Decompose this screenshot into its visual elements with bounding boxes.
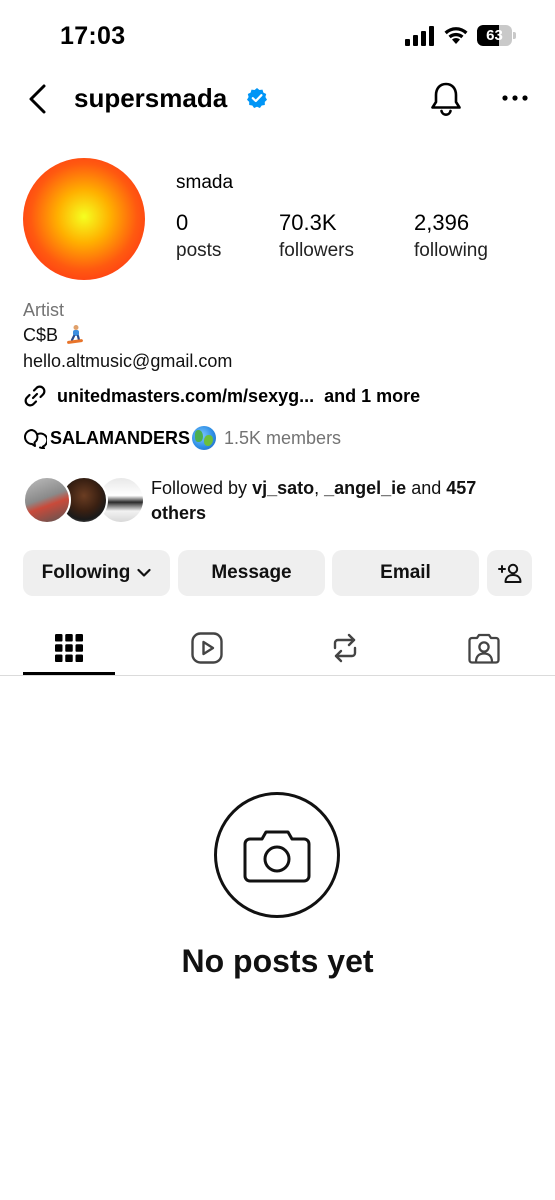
stat-posts-label: posts xyxy=(176,240,222,261)
status-time: 17:03 xyxy=(60,22,126,50)
stat-following[interactable]: 2,396 following xyxy=(414,210,488,262)
channel-members: 1.5K members xyxy=(224,427,342,448)
followed-by-prefix: Followed by xyxy=(151,478,248,498)
profile-username: supersmada xyxy=(74,83,228,113)
tab-posts-grid[interactable] xyxy=(23,620,115,676)
bio-link-more[interactable]: and 1 more xyxy=(324,386,420,407)
stat-following-label: following xyxy=(414,240,488,261)
camera-icon xyxy=(243,830,311,883)
stat-followers-value: 70.3K xyxy=(279,210,337,235)
message-button[interactable]: Message xyxy=(178,550,325,596)
wifi-icon xyxy=(444,27,468,44)
followed-by-user[interactable]: vj_sato xyxy=(252,478,314,498)
status-bar: 17:03 63 xyxy=(0,0,555,70)
grid-icon xyxy=(55,634,83,662)
notification-bell-icon[interactable] xyxy=(428,80,464,118)
stat-followers[interactable]: 70.3K followers xyxy=(279,210,354,262)
email-button-label: Email xyxy=(380,562,431,583)
display-name: smada xyxy=(176,172,234,193)
profile-tabs xyxy=(0,620,555,676)
stat-followers-label: followers xyxy=(279,240,354,261)
channel-name[interactable]: SALAMANDERS xyxy=(50,428,190,449)
repost-icon xyxy=(333,633,357,663)
empty-state-title: No posts yet xyxy=(181,943,374,979)
following-button-label: Following xyxy=(41,562,131,583)
reels-icon xyxy=(191,632,223,664)
snowboarder-emoji-icon xyxy=(67,325,83,344)
back-arrow-icon[interactable] xyxy=(24,82,54,116)
profile-avatar[interactable] xyxy=(23,158,145,280)
suggested-users-button[interactable] xyxy=(487,550,532,596)
follower-avatar xyxy=(23,476,71,524)
broadcast-channel[interactable]: SALAMANDERS 1.5K members xyxy=(23,425,341,451)
stat-posts[interactable]: 0 posts xyxy=(176,210,221,262)
cellular-signal-icon xyxy=(405,26,434,46)
channel-icon xyxy=(24,429,47,449)
battery-indicator: 63 xyxy=(477,25,517,46)
battery-percent: 63 xyxy=(486,27,503,44)
profile-header: supersmada xyxy=(0,70,555,130)
followed-by-row[interactable]: Followed by vj_sato, _angel_ie and 457 o… xyxy=(23,474,543,526)
tagged-icon xyxy=(468,633,500,664)
bio-link-text[interactable]: unitedmasters.com/m/sexyg... xyxy=(57,386,314,407)
stat-following-value: 2,396 xyxy=(414,210,470,235)
stat-posts-value: 0 xyxy=(176,210,189,235)
tab-tagged[interactable] xyxy=(438,620,530,676)
email-button[interactable]: Email xyxy=(332,550,479,596)
followed-by-text: Followed by vj_sato, _angel_ie and 457 o… xyxy=(151,476,531,526)
followed-by-user[interactable]: _angel_ie xyxy=(324,478,406,498)
link-icon xyxy=(24,385,46,407)
tab-reposts[interactable] xyxy=(299,620,391,676)
bio-text: C$B xyxy=(23,324,85,346)
verified-badge-icon xyxy=(247,88,267,108)
more-options-icon[interactable] xyxy=(498,86,532,110)
globe-emoji-icon xyxy=(192,426,217,450)
chevron-down-icon xyxy=(137,568,151,577)
bio-line-1: C$B xyxy=(23,325,59,345)
following-button[interactable]: Following xyxy=(23,550,170,596)
add-user-icon xyxy=(497,563,521,583)
message-button-label: Message xyxy=(211,562,292,583)
followed-by-separator: , xyxy=(314,478,320,498)
followed-by-and: and xyxy=(411,478,442,498)
tab-reels[interactable] xyxy=(161,620,253,676)
bio-category: Artist xyxy=(23,300,65,320)
active-tab-indicator xyxy=(23,672,115,675)
empty-state-camera xyxy=(214,792,340,918)
bio-email[interactable]: hello.altmusic@gmail.com xyxy=(23,351,232,372)
bio-link[interactable]: unitedmasters.com/m/sexyg... and 1 more xyxy=(23,382,420,410)
